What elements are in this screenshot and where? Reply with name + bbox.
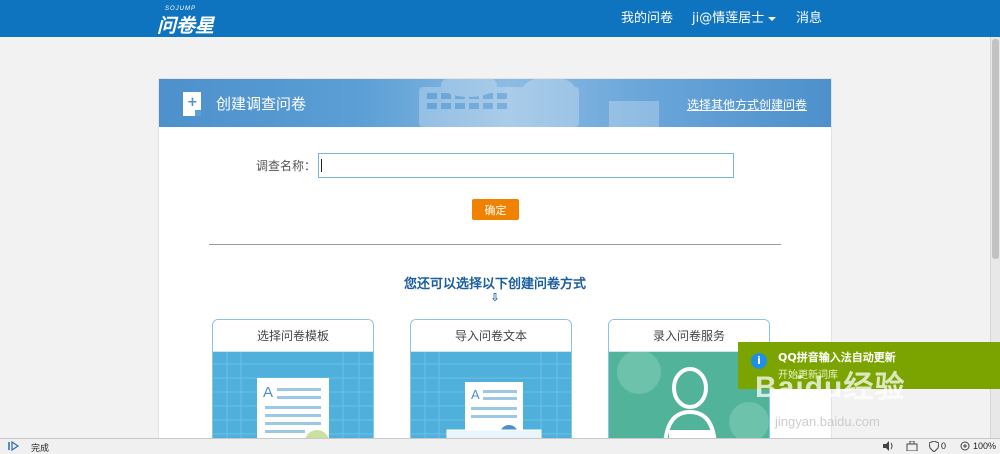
scrollbar-thumb[interactable] bbox=[992, 39, 999, 259]
baidu-watermark-url: jingyan.baidu.com bbox=[775, 414, 880, 429]
panel-header: + 创建调查问卷 选择其他方式创建问卷 bbox=[159, 79, 831, 127]
baidu-watermark-logo: Baidu经验 bbox=[755, 371, 906, 404]
caret-down-icon bbox=[768, 16, 777, 21]
import-text-card[interactable]: 导入问卷文本 A bbox=[410, 319, 572, 444]
panel-title: 创建调查问卷 bbox=[216, 95, 307, 113]
confirm-button[interactable]: 确定 bbox=[472, 199, 519, 220]
card-title: 导入问卷文本 bbox=[411, 320, 571, 352]
card-title: 选择问卷模板 bbox=[213, 320, 373, 352]
zoom-level[interactable]: 100% bbox=[973, 441, 996, 451]
template-document-image: A bbox=[213, 352, 373, 443]
text-cursor bbox=[321, 159, 322, 172]
survey-name-label: 调查名称： bbox=[256, 159, 317, 173]
nav-user-label: ji@情莲居士 bbox=[692, 11, 765, 26]
toolbox-icon[interactable] bbox=[906, 440, 918, 453]
keyboard-hands-background-image bbox=[419, 79, 659, 127]
shield-count: 0 bbox=[941, 441, 947, 451]
play-icon[interactable] bbox=[8, 440, 20, 453]
status-text: 完成 bbox=[31, 443, 50, 453]
browser-status-bar: 完成 0 100% bbox=[0, 438, 1000, 454]
logo-text: 问卷星 bbox=[157, 15, 215, 37]
zoom-in-icon[interactable] bbox=[960, 441, 970, 453]
svg-text:A: A bbox=[471, 387, 480, 402]
survey-name-input[interactable] bbox=[318, 153, 734, 178]
svg-text:A: A bbox=[263, 384, 273, 401]
alternative-methods-title: 您还可以选择以下创建问卷方式 bbox=[403, 277, 586, 292]
other-create-methods-link[interactable]: 选择其他方式创建问卷 bbox=[687, 96, 807, 113]
import-document-image: A bbox=[411, 352, 571, 443]
choose-template-card[interactable]: 选择问卷模板 A bbox=[212, 319, 374, 444]
shield-icon[interactable] bbox=[928, 440, 940, 454]
nav-messages[interactable]: 消息 bbox=[796, 0, 822, 37]
grid-background-image: A bbox=[411, 352, 571, 443]
section-divider bbox=[209, 244, 781, 245]
nav-my-surveys[interactable]: 我的问卷 bbox=[621, 0, 673, 37]
top-navbar: SOJUMP 问卷星 我的问卷 ji@情莲居士 消息 bbox=[0, 0, 1000, 37]
speaker-icon[interactable] bbox=[882, 441, 894, 453]
new-document-icon: + bbox=[183, 92, 201, 116]
grid-background-image: A bbox=[213, 352, 373, 443]
nav-user-menu[interactable]: ji@情莲居士 bbox=[692, 0, 777, 37]
down-arrow-icon: ⇩ bbox=[490, 291, 500, 304]
create-survey-panel: + 创建调查问卷 选择其他方式创建问卷 调查名称： 确定 您还可以选择以下创建问… bbox=[158, 78, 832, 448]
